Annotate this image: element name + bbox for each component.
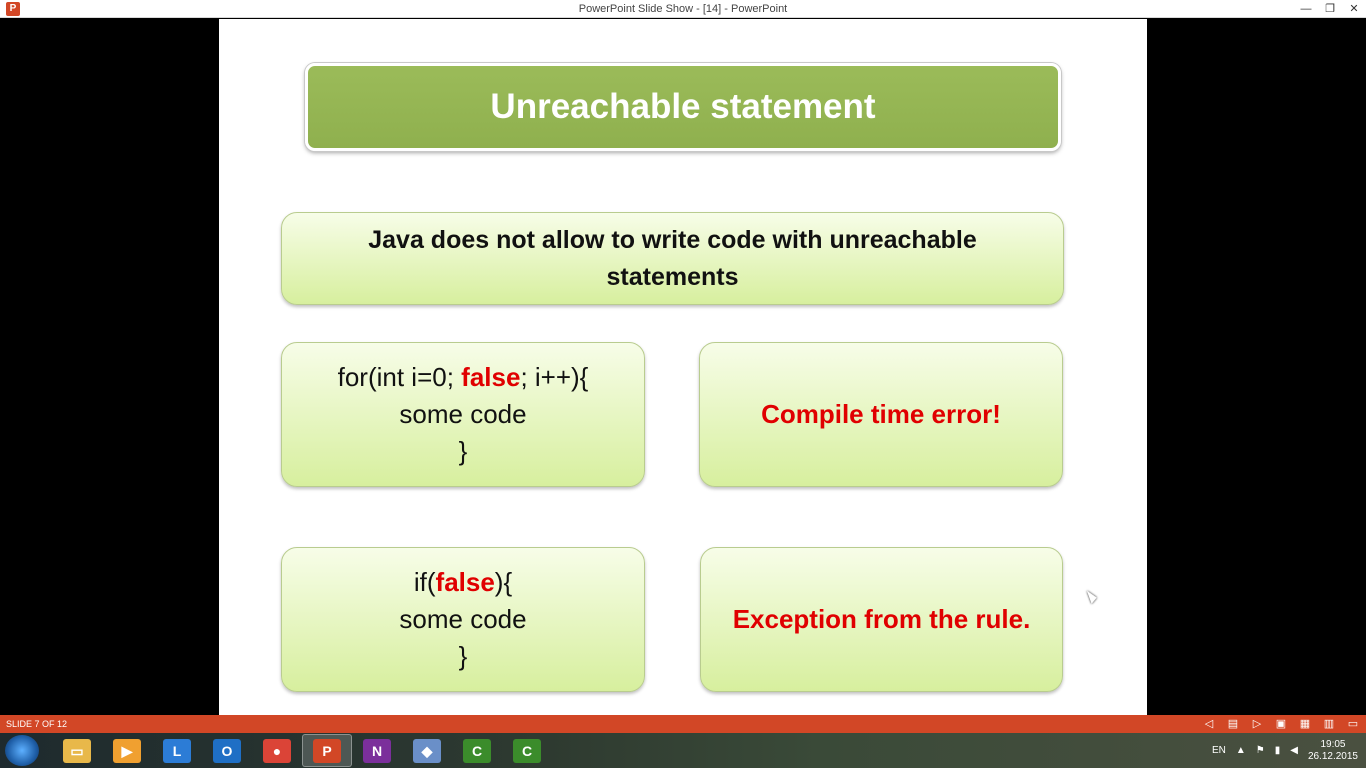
result-exception: Exception from the rule. (700, 547, 1063, 692)
volume-icon[interactable]: ◀ (1290, 745, 1298, 756)
start-button[interactable] (5, 735, 39, 766)
window-controls: — ❐ ✕ (1294, 0, 1366, 18)
taskbar-app-lync[interactable]: L (152, 734, 202, 767)
virtualbox-icon: ◆ (413, 738, 441, 763)
false-keyword: false (435, 567, 495, 597)
powerpoint-icon: P (313, 738, 341, 763)
statusbar-controls: ◁ ▤ ▷ ▣ ▦ ▥ ▭ (1202, 715, 1360, 733)
taskbar-app-chrome[interactable]: ● (252, 734, 302, 767)
media-player-icon: ▶ (113, 738, 141, 763)
intro-statement: Java does not allow to write code with u… (281, 212, 1064, 305)
network-icon[interactable]: ▮ (1275, 745, 1281, 756)
slide-sorter-icon[interactable]: ▦ (1298, 717, 1312, 731)
result-compile-error: Compile time error! (699, 342, 1063, 487)
taskbar: ▭ ▶ L O ● P N ◆ C C EN ▲ ⚑ ▮ ◀ 19:05 26.12.2015 (0, 733, 1366, 768)
taskbar-app-file-explorer[interactable]: ▭ (52, 734, 102, 767)
slide-title: Unreachable statement (305, 63, 1061, 151)
clock-date: 26.12.2015 (1307, 750, 1358, 762)
taskbar-app-onenote[interactable]: N (352, 734, 402, 767)
code-line: if(false){ (414, 564, 512, 601)
taskbar-app-outlook[interactable]: O (202, 734, 252, 767)
code-line: for(int i=0; false; i++){ (338, 359, 589, 396)
slide-counter: SLIDE 7 OF 12 (6, 719, 68, 729)
code-example-for-loop: for(int i=0; false; i++){ some code } (281, 342, 645, 487)
reading-view-icon[interactable]: ▥ (1322, 717, 1336, 731)
slideshow-icon[interactable]: ▭ (1346, 717, 1360, 731)
code-line: } (458, 641, 468, 671)
code-example-if: if(false){ some code } (281, 547, 645, 692)
clock[interactable]: 19:05 26.12.2015 (1308, 739, 1358, 763)
slide[interactable]: Unreachable statement Java does not allo… (219, 19, 1147, 715)
camtasia-1-icon: C (463, 738, 491, 763)
prev-icon[interactable]: ◁ (1202, 717, 1216, 731)
code-text: if( (413, 567, 436, 597)
slideshow-statusbar: SLIDE 7 OF 12 ◁ ▤ ▷ ▣ ▦ ▥ ▭ (0, 715, 1366, 733)
code-text: ; i++){ (520, 362, 589, 392)
restore-button[interactable]: ❐ (1318, 0, 1342, 18)
code-line: } (458, 436, 468, 466)
slideshow-stage[interactable]: Unreachable statement Java does not allo… (0, 19, 1366, 715)
system-tray: EN ▲ ⚑ ▮ ◀ 19:05 26.12.2015 (1212, 733, 1358, 768)
close-button[interactable]: ✕ (1342, 0, 1366, 18)
taskbar-app-powerpoint[interactable]: P (302, 734, 352, 767)
code-text: ){ (494, 567, 513, 597)
code-line: some code (399, 604, 527, 634)
flag-icon[interactable]: ⚑ (1256, 745, 1265, 756)
lync-icon: L (163, 738, 191, 763)
window-title: PowerPoint Slide Show - [14] - PowerPoin… (578, 3, 788, 15)
taskbar-app-camtasia-2[interactable]: C (502, 734, 552, 767)
camtasia-2-icon: C (513, 738, 541, 763)
outlook-icon: O (213, 738, 241, 763)
code-text: for(int i=0; (337, 362, 462, 392)
minimize-button[interactable]: — (1294, 0, 1318, 18)
notes-icon[interactable]: ▤ (1226, 717, 1240, 731)
normal-view-icon[interactable]: ▣ (1274, 717, 1288, 731)
clock-time: 19:05 (1320, 738, 1346, 750)
false-keyword: false (461, 362, 521, 392)
code-line: some code (399, 399, 527, 429)
file-explorer-icon: ▭ (63, 738, 91, 763)
taskbar-app-media-player[interactable]: ▶ (102, 734, 152, 767)
chrome-icon: ● (263, 738, 291, 763)
language-indicator[interactable]: EN (1212, 745, 1226, 756)
taskbar-app-virtualbox[interactable]: ◆ (402, 734, 452, 767)
onenote-icon: N (363, 738, 391, 763)
taskbar-apps: ▭ ▶ L O ● P N ◆ C C (52, 734, 552, 767)
window-titlebar: P PowerPoint Slide Show - [14] - PowerPo… (0, 0, 1366, 18)
taskbar-app-camtasia-1[interactable]: C (452, 734, 502, 767)
next-icon[interactable]: ▷ (1250, 717, 1264, 731)
tray-expand-icon[interactable]: ▲ (1236, 745, 1246, 756)
